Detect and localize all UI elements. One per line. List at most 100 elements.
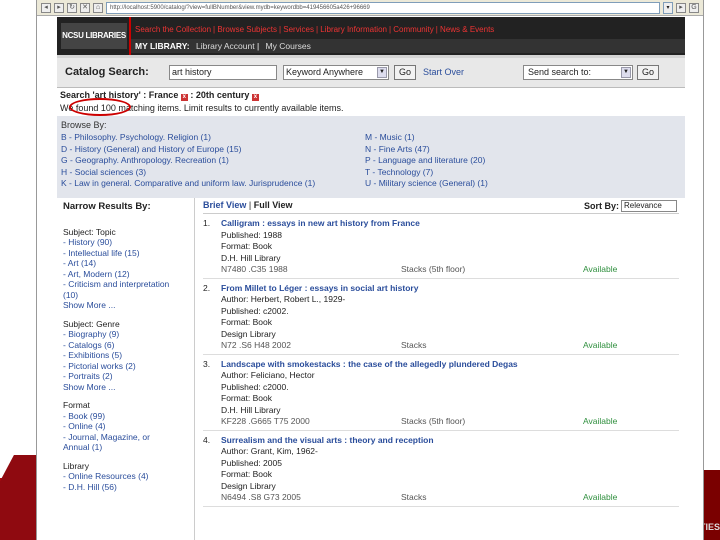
home-icon[interactable]: ⌂ (93, 2, 103, 13)
result-record: 4. Surrealism and the visual arts : theo… (203, 431, 679, 507)
facet-item[interactable]: (10) (63, 290, 188, 301)
browse-item[interactable]: H - Social sciences (3) (61, 167, 365, 179)
forward-icon[interactable]: ▸ (54, 2, 64, 13)
library-logo[interactable]: NCSU LIBRARIES (61, 23, 127, 49)
show-more-link[interactable]: Show More ... (63, 300, 188, 311)
top-nav: Search the Collection | Browse Subjects | … (135, 25, 495, 34)
record-title-link[interactable]: Calligram : essays in new art history fr… (221, 218, 679, 230)
results-count-text: We found 100 matching items. Limit resul… (60, 103, 344, 113)
search-breadcrumb: Search 'art history' : France x : 20th c… (60, 90, 682, 101)
library-account-link[interactable]: Library Account (196, 41, 255, 51)
record-meta: Format: Book (221, 469, 273, 479)
status: Available (583, 340, 618, 350)
nav-library-information[interactable]: Library Information (320, 25, 387, 34)
record-meta: Design Library (221, 480, 276, 491)
browser-window: ◂ ▸ ↻ ✕ ⌂ http://localhost:5900/catalog/… (36, 0, 704, 540)
slide: TIES ◂ ▸ ↻ ✕ ⌂ http://localhost:5900/cat… (0, 0, 720, 540)
browse-item[interactable]: D - History (General) and History of Eur… (61, 144, 365, 156)
facet-item[interactable]: - Biography (9) (63, 329, 188, 340)
nav-browse-subjects[interactable]: Browse Subjects (217, 25, 277, 34)
browse-item[interactable]: U - Military science (General) (1) (365, 178, 488, 190)
facet-item[interactable]: - Journal, Magazine, or (63, 432, 188, 443)
results-list: Brief View | Full View Sort By: Relevanc… (197, 198, 685, 540)
record-title-link[interactable]: Landscape with smokestacks : the case of… (221, 359, 679, 371)
start-over-link[interactable]: Start Over (423, 67, 464, 77)
search-field-select[interactable]: Keyword Anywhere ▼ (283, 65, 389, 80)
result-record: 2. From Millet to Léger : essays in soci… (203, 279, 679, 355)
full-view-label[interactable]: Full View (254, 200, 293, 210)
facet-item[interactable]: - Book (99) (63, 411, 188, 422)
nav-community[interactable]: Community (393, 25, 433, 34)
browse-column-right: M - Music (1) N - Fine Arts (47) P - Lan… (365, 132, 488, 190)
browse-item[interactable]: N - Fine Arts (47) (365, 144, 488, 156)
facet-item[interactable]: - Online (4) (63, 421, 188, 432)
stop-icon[interactable]: ✕ (80, 2, 90, 13)
record-meta: D.H. Hill Library (221, 404, 281, 415)
facet-item[interactable]: Annual (1) (63, 442, 188, 453)
chevron-down-icon: ▼ (377, 67, 387, 78)
record-meta: Published: c2000. (221, 381, 289, 392)
status: Available (583, 416, 618, 426)
call-number: N6494 .S8 G73 2005 (221, 492, 301, 502)
record-meta: Design Library (221, 328, 276, 339)
browse-item[interactable]: K - Law in general. Comparative and unif… (61, 178, 365, 190)
record-holding: N7480 .C35 1988 Stacks (5th floor) Avail… (221, 264, 679, 276)
facet-item[interactable]: - Art (14) (63, 258, 188, 269)
sort-select[interactable]: Relevance (621, 200, 677, 212)
go-icon[interactable]: ▸ (676, 2, 686, 13)
remove-century-icon[interactable]: x (251, 94, 259, 101)
facet-item[interactable]: - History (90) (63, 237, 188, 248)
brief-view-link[interactable]: Brief View (203, 200, 246, 210)
facet-item[interactable]: - Exhibitions (5) (63, 350, 188, 361)
facet-item[interactable]: - Art, Modern (12) (63, 269, 188, 280)
record-meta: Format: Book (221, 393, 273, 403)
send-search-value: Send search to: (528, 67, 592, 77)
browse-item[interactable]: G - Geography. Anthropology. Recreation … (61, 155, 365, 167)
facet-item[interactable]: - Catalogs (6) (63, 340, 188, 351)
record-meta: D.H. Hill Library (221, 252, 281, 263)
browse-item[interactable]: T - Technology (7) (365, 167, 488, 179)
nav-services[interactable]: Services (283, 25, 314, 34)
facet-item[interactable]: - Pictorial works (2) (63, 361, 188, 372)
url-dropdown-icon[interactable]: ▾ (663, 1, 673, 14)
url-field[interactable]: http://localhost:5900/catalog/?view=full… (106, 1, 660, 14)
browse-by-panel: Browse By: B - Philosophy. Psychology. R… (57, 116, 685, 198)
record-title-link[interactable]: From Millet to Léger : essays in social … (221, 283, 679, 295)
search-field-value: Keyword Anywhere (286, 67, 364, 77)
catalog-search-label: Catalog Search: (65, 66, 149, 78)
facet-item[interactable]: - D.H. Hill (56) (63, 482, 188, 493)
back-icon[interactable]: ◂ (41, 2, 51, 13)
nav-search-collection[interactable]: Search the Collection (135, 25, 211, 34)
record-holding: KF228 .G665 T75 2000 Stacks (5th floor) … (221, 416, 679, 428)
reload-icon[interactable]: ↻ (67, 2, 77, 13)
facet-item[interactable]: - Portraits (2) (63, 371, 188, 382)
remove-france-icon[interactable]: x (180, 94, 188, 101)
browse-item[interactable]: P - Language and literature (20) (365, 155, 488, 167)
facet-item[interactable]: - Online Resources (4) (63, 471, 188, 482)
nav-news-events[interactable]: News & Events (440, 25, 494, 34)
facet-heading-format: Format (63, 400, 90, 410)
result-record: 3. Landscape with smokestacks : the case… (203, 355, 679, 431)
browse-item[interactable]: B - Philosophy. Psychology. Religion (1) (61, 132, 365, 144)
facet-item[interactable]: - Criticism and interpretation (63, 279, 188, 290)
record-holding: N72 .S6 H48 2002 Stacks Available (221, 340, 679, 352)
browse-by-title: Browse By: (61, 120, 107, 130)
browse-item[interactable]: M - Music (1) (365, 132, 488, 144)
narrow-results-sidebar: Narrow Results By: Subject: Topic - Hist… (57, 198, 195, 540)
my-library-bar: MY LIBRARY: Library Account | My Courses (131, 39, 685, 53)
go-button[interactable]: Go (394, 65, 416, 80)
breadcrumb-century: : 20th century (190, 90, 250, 100)
search-input[interactable]: art history (169, 65, 277, 80)
my-courses-link[interactable]: My Courses (266, 41, 311, 51)
status: Available (583, 264, 618, 274)
search-engine-icon[interactable]: G (689, 2, 699, 13)
record-title-link[interactable]: Surrealism and the visual arts : theory … (221, 435, 679, 447)
call-number: KF228 .G665 T75 2000 (221, 416, 310, 426)
facet-item[interactable]: - Intellectual life (15) (63, 248, 188, 259)
location: Stacks (5th floor) (401, 416, 466, 426)
send-search-select[interactable]: Send search to: ▼ (523, 65, 633, 80)
show-more-link[interactable]: Show More ... (63, 382, 188, 393)
record-meta: Published: 2005 (221, 457, 282, 468)
call-number: N72 .S6 H48 2002 (221, 340, 291, 350)
send-go-button[interactable]: Go (637, 65, 659, 80)
